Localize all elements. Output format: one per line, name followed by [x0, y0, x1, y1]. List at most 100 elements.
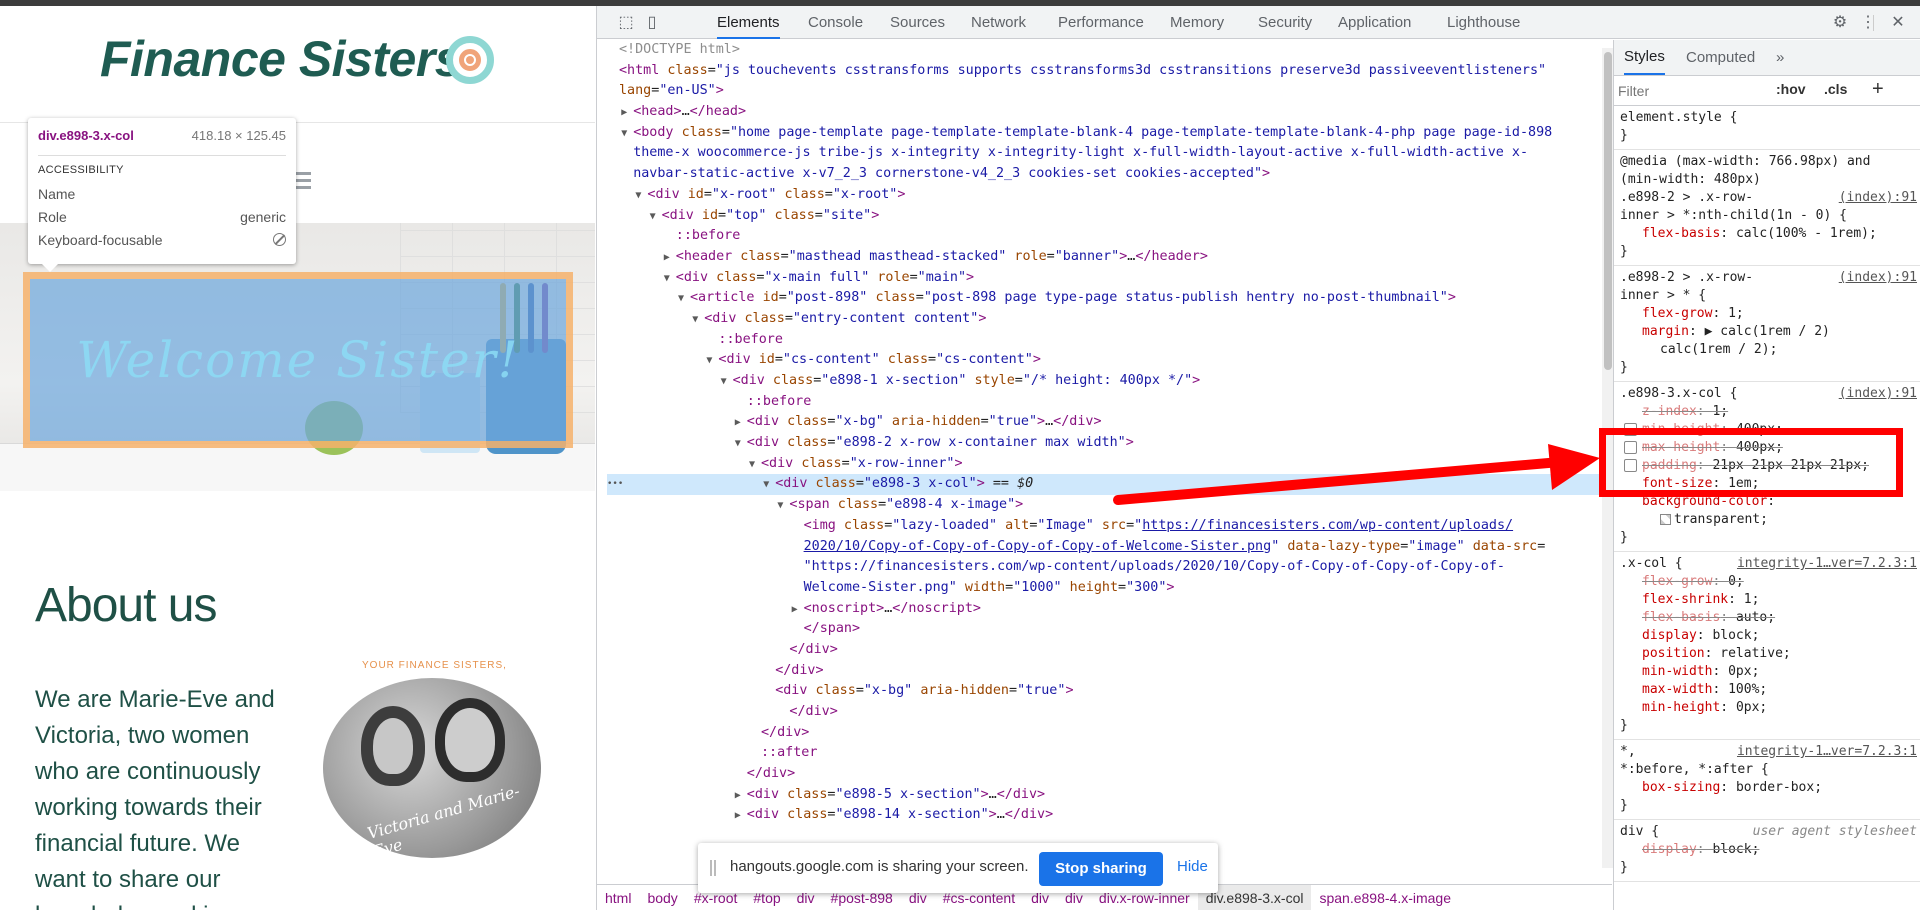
collapse-triangle-icon[interactable]: ▼ [763, 475, 775, 496]
rule-source-link[interactable]: (index):91 [1839, 189, 1917, 207]
css-property[interactable]: flex-basis: calc(100% - 1rem); [1620, 225, 1915, 243]
dom-node[interactable]: "https://financesisters.com/wp-content/u… [607, 557, 1611, 578]
collapse-triangle-icon[interactable]: ▼ [777, 496, 789, 517]
dom-node[interactable]: ::after [607, 743, 1611, 764]
tab-sources[interactable]: Sources [890, 6, 945, 39]
dom-node[interactable]: ▼ <div id="cs-content" class="cs-content"… [607, 350, 1611, 371]
css-property[interactable]: max-width: 100%; [1620, 681, 1915, 699]
collapse-triangle-icon[interactable]: ▼ [650, 207, 662, 228]
dom-node[interactable]: ▼ <div class="entry-content content"> [607, 309, 1611, 330]
dom-node[interactable]: ▶ <div class="x-bg" aria-hidden="true">…<… [607, 412, 1611, 433]
dom-node-selected[interactable]: ••• ▼ <div class="e898-3 x-col"> == $0 [607, 474, 1611, 496]
node-actions-icon[interactable]: ••• [607, 474, 623, 495]
dom-node[interactable]: 2020/10/Copy-of-Copy-of-Copy-of-Copy-of-… [607, 537, 1611, 558]
settings-gear-icon[interactable]: ⚙ [1831, 14, 1849, 32]
expand-triangle-icon[interactable]: ▶ [792, 600, 804, 621]
dom-node[interactable]: ▼ <body class="home page-template page-te… [607, 123, 1611, 144]
css-property[interactable]: flex-grow: 1; [1620, 305, 1915, 323]
tab-security[interactable]: Security [1258, 6, 1312, 39]
inspect-element-icon[interactable]: ⬚ [617, 14, 635, 32]
tab-performance[interactable]: Performance [1058, 6, 1144, 39]
dom-node[interactable]: ▼ <article id="post-898" class="post-898 … [607, 288, 1611, 309]
breadcrumb-item[interactable]: body [639, 885, 685, 910]
css-property[interactable]: z-index: 1; [1620, 403, 1915, 421]
dom-node[interactable]: ▶ <div class="e898-14 x-section">…</div> [607, 805, 1611, 826]
tab-application[interactable]: Application [1338, 6, 1411, 39]
stop-sharing-button[interactable]: Stop sharing [1039, 852, 1163, 886]
tab-console[interactable]: Console [808, 6, 863, 39]
expand-triangle-icon[interactable]: ▶ [621, 103, 633, 124]
expand-triangle-icon[interactable]: ▶ [735, 806, 747, 827]
rule-selector[interactable]: (min-width: 480px) [1620, 171, 1915, 189]
dom-node[interactable]: <!DOCTYPE html> [607, 40, 1611, 61]
rule-source-link[interactable]: integrity-1…ver=7.2.3:1 [1737, 555, 1917, 573]
hide-button[interactable]: Hide [1177, 858, 1208, 875]
css-property[interactable]: calc(1rem / 2); [1620, 341, 1915, 359]
collapse-triangle-icon[interactable]: ▼ [678, 289, 690, 310]
tab-styles[interactable]: Styles [1624, 40, 1665, 75]
dom-node[interactable]: ▶ <div class="e898-5 x-section">…</div> [607, 785, 1611, 806]
dom-node[interactable]: </div> [607, 723, 1611, 744]
collapse-triangle-icon[interactable]: ▼ [706, 351, 718, 372]
dom-node[interactable]: </div> [607, 661, 1611, 682]
collapse-triangle-icon[interactable]: ▼ [664, 269, 676, 290]
close-icon[interactable]: ✕ [1889, 14, 1907, 32]
css-property[interactable]: min-height: 0px; [1620, 699, 1915, 717]
dom-node[interactable]: ::before [607, 330, 1611, 351]
css-property[interactable]: display: block; [1620, 841, 1915, 859]
css-property[interactable]: margin: ▶ calc(1rem / 2) [1620, 323, 1915, 341]
dom-node[interactable]: <html class="js touchevents csstransform… [607, 61, 1611, 82]
breadcrumb-item[interactable]: span.e898-4.x-image [1311, 885, 1459, 910]
dom-node[interactable]: ▼ <span class="e898-4 x-image"> [607, 495, 1611, 516]
css-property[interactable]: flex-grow: 0; [1620, 573, 1915, 591]
more-options-icon[interactable]: ⋮ [1859, 14, 1877, 32]
rule-source-link[interactable]: (index):91 [1839, 385, 1917, 403]
css-property[interactable]: display: block; [1620, 627, 1915, 645]
expand-triangle-icon[interactable]: ▶ [735, 786, 747, 807]
css-property[interactable]: flex-basis: auto; [1620, 609, 1915, 627]
dom-node[interactable]: </span> [607, 619, 1611, 640]
dom-node[interactable]: ▶ <head>…</head> [607, 102, 1611, 123]
drag-handle-icon[interactable] [710, 860, 716, 876]
dom-node[interactable]: ▼ <div id="x-root" class="x-root"> [607, 185, 1611, 206]
css-property[interactable]: flex-shrink: 1; [1620, 591, 1915, 609]
dom-node[interactable]: ▼ <div class="e898-1 x-section" style="/*… [607, 371, 1611, 392]
dom-node[interactable]: <div class="x-bg" aria-hidden="true"> [607, 681, 1611, 702]
collapse-triangle-icon[interactable]: ▼ [721, 372, 733, 393]
hover-state-toggle[interactable]: :hov [1776, 81, 1806, 97]
dom-node[interactable]: </div> [607, 764, 1611, 785]
add-rule-icon[interactable]: + [1872, 78, 1884, 101]
dom-node[interactable]: ::before [607, 226, 1611, 247]
dom-node[interactable]: ▶ <noscript>…</noscript> [607, 599, 1611, 620]
collapse-triangle-icon[interactable]: ▼ [621, 124, 633, 145]
dom-node[interactable]: ::before [607, 392, 1611, 413]
css-property[interactable]: position: relative; [1620, 645, 1915, 663]
device-toolbar-icon[interactable]: ▯ [643, 14, 661, 32]
dom-node[interactable]: </div> [607, 702, 1611, 723]
css-property[interactable]: transparent; [1620, 511, 1915, 529]
rule-selector[interactable]: inner > *:nth-child(1n - 0) { [1620, 207, 1915, 225]
dom-node[interactable]: ▼ <div class="x-row-inner"> [607, 454, 1611, 475]
rule-source-link[interactable]: integrity-1…ver=7.2.3:1 [1737, 743, 1917, 761]
css-property[interactable]: min-width: 0px; [1620, 663, 1915, 681]
expand-triangle-icon[interactable]: ▶ [664, 248, 676, 269]
dom-node[interactable]: ▼ <div class="x-main full" role="main"> [607, 268, 1611, 289]
tab-lighthouse[interactable]: Lighthouse [1447, 6, 1520, 39]
class-toggle[interactable]: .cls [1824, 81, 1847, 97]
dom-node[interactable]: <img class="lazy-loaded" alt="Image" src… [607, 516, 1611, 537]
site-logo[interactable]: Finance Sisters [100, 30, 463, 88]
rule-selector[interactable]: *:before, *:after { [1620, 761, 1915, 779]
expand-triangle-icon[interactable]: ▶ [735, 413, 747, 434]
rule-selector[interactable]: inner > * { [1620, 287, 1915, 305]
tab-network[interactable]: Network [971, 6, 1026, 39]
dom-node[interactable]: theme-x woocommerce-js tribe-js x-integr… [607, 143, 1611, 164]
dom-node[interactable]: ▶ <header class="masthead masthead-stacke… [607, 247, 1611, 268]
tab-computed[interactable]: Computed [1686, 40, 1755, 76]
dom-node[interactable]: ▼ <div class="e898-2 x-row x-container ma… [607, 433, 1611, 454]
breadcrumb-item[interactable]: html [597, 885, 639, 910]
collapse-triangle-icon[interactable]: ▼ [692, 310, 704, 331]
dom-node[interactable]: </div> [607, 640, 1611, 661]
tab-memory[interactable]: Memory [1170, 6, 1224, 39]
rule-selector[interactable]: element.style { [1620, 109, 1915, 127]
collapse-triangle-icon[interactable]: ▼ [635, 186, 647, 207]
